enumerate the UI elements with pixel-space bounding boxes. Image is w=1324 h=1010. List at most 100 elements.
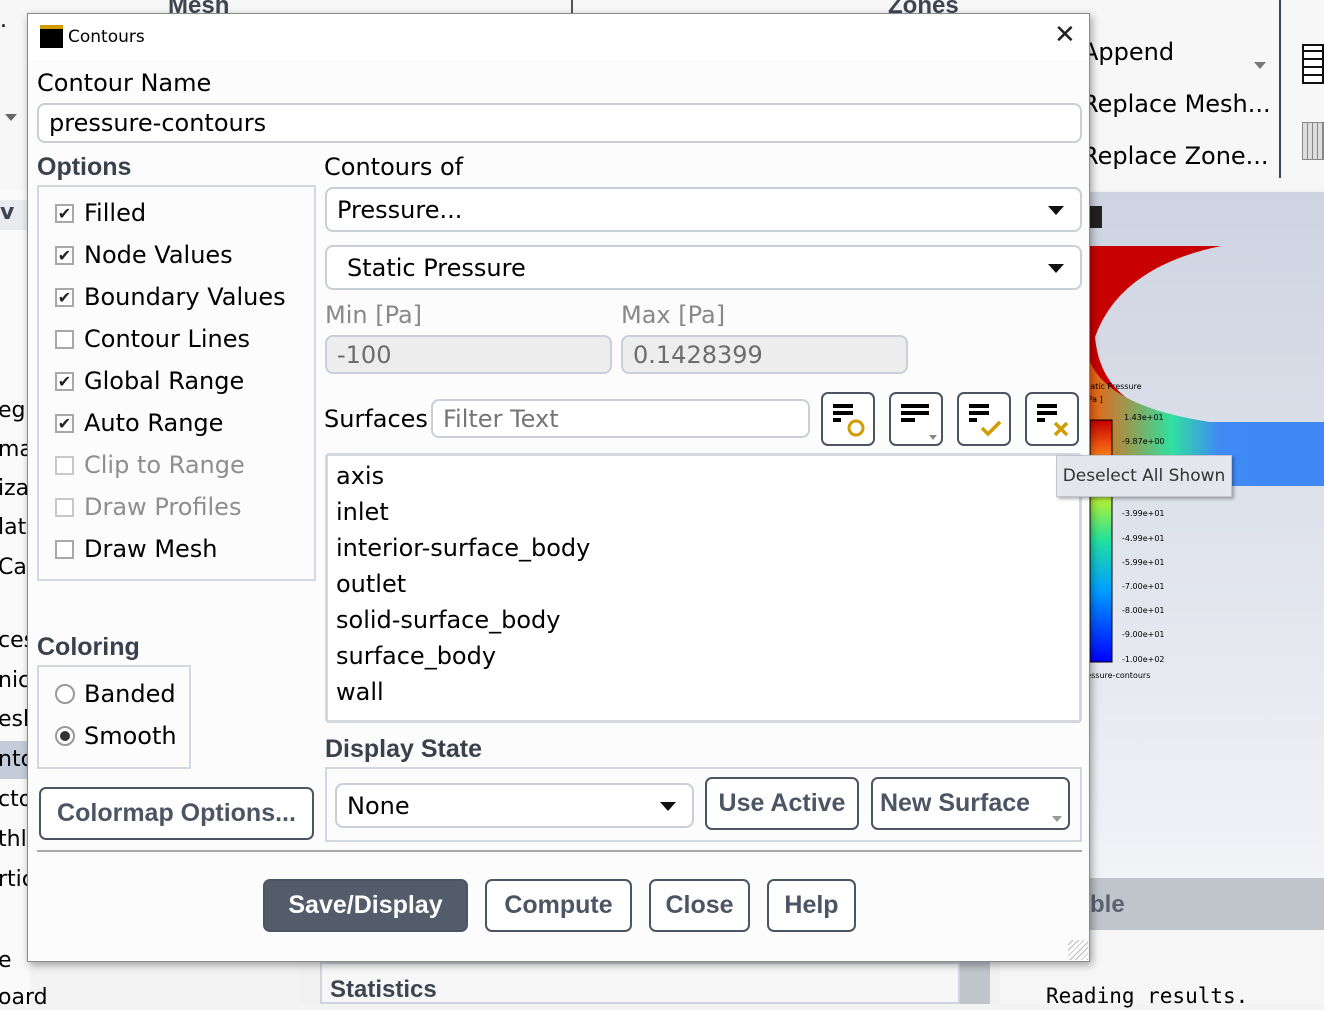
use-active-button[interactable]: Use Active: [705, 777, 859, 830]
tree-item[interactable]: lat: [0, 515, 26, 540]
mesh-zone-icon[interactable]: [1302, 122, 1324, 160]
tooltip: Deselect All Shown: [1056, 455, 1232, 497]
surface-list-item[interactable]: surface_body: [336, 642, 496, 670]
help-button[interactable]: Help: [767, 879, 856, 932]
replace-mesh-menu-item[interactable]: Replace Mesh...: [1082, 90, 1271, 118]
radio-button[interactable]: [55, 726, 75, 746]
radio-label: Smooth: [84, 722, 177, 750]
contours-of-category-value: Pressure...: [337, 195, 463, 224]
legend-tick: -9.87e+00: [1122, 437, 1165, 446]
option-auto-range[interactable]: ✔ Auto Range: [55, 409, 223, 437]
option-contour-lines[interactable]: Contour Lines: [55, 325, 250, 353]
colormap-options-button[interactable]: Colormap Options...: [39, 787, 314, 840]
display-state-dropdown[interactable]: None: [335, 783, 694, 828]
surface-list-item[interactable]: wall: [336, 678, 384, 706]
ribbon-divider: [1279, 0, 1281, 178]
console-text: Reading results.: [1046, 984, 1249, 1008]
radio-button[interactable]: [55, 684, 75, 704]
contour-name-input[interactable]: pressure-contours: [37, 103, 1082, 143]
option-filled[interactable]: ✔ Filled: [55, 199, 146, 227]
checkbox[interactable]: ✔: [55, 287, 74, 307]
option-label: Auto Range: [84, 409, 224, 437]
legend-tick: -1.00e+02: [1122, 655, 1165, 664]
tree-item[interactable]: iza: [0, 476, 29, 501]
surface-list-item[interactable]: interior-surface_body: [336, 534, 590, 562]
compute-button[interactable]: Compute: [485, 879, 632, 932]
radio-smooth[interactable]: Smooth: [55, 722, 177, 750]
checkbox[interactable]: ✔: [55, 245, 74, 265]
append-dropdown-icon[interactable]: [1254, 62, 1266, 69]
tree-item[interactable]: oard: [0, 985, 48, 1010]
tree-header: v: [0, 200, 30, 230]
replace-zone-menu-item[interactable]: Replace Zone...: [1082, 142, 1269, 170]
checkbox[interactable]: [55, 497, 74, 517]
contours-of-label: Contours of: [324, 153, 464, 181]
option-boundary-values[interactable]: ✔ Boundary Values: [55, 283, 286, 311]
close-icon[interactable]: ✕: [1054, 22, 1076, 48]
select-all-shown-button[interactable]: [957, 392, 1011, 446]
surfaces-filter-input[interactable]: [431, 399, 810, 438]
contour-plot: Static Pressure [ Pa ] 1.43e+01 -9.87e+0…: [1078, 206, 1324, 680]
select-shown-button[interactable]: [821, 392, 875, 446]
statistics-scrollbar: [960, 962, 990, 1004]
legend-caption: pressure-contours: [1090, 671, 1150, 680]
console-title: ble: [1090, 891, 1125, 918]
checkbox[interactable]: ✔: [55, 413, 74, 433]
option-draw-profiles[interactable]: Draw Profiles: [55, 493, 241, 521]
legend-tick: -4.99e+01: [1122, 534, 1165, 543]
dialog-title-bar[interactable]: [28, 14, 1089, 60]
surface-list-item[interactable]: solid-surface_body: [336, 606, 560, 634]
max-input[interactable]: 0.1428399: [621, 335, 908, 374]
option-clip-to-range[interactable]: Clip to Range: [55, 451, 245, 479]
dialog-title: Contours: [68, 27, 145, 47]
options-group: ✔ Filled ✔ Node Values ✔ Boundary Values Conto…: [37, 185, 316, 581]
contours-of-variable-value: Static Pressure: [347, 253, 526, 282]
checkbox[interactable]: ✔: [55, 371, 74, 391]
legend-tick: -7.00e+01: [1122, 582, 1165, 591]
legend-tick: -9.00e+01: [1122, 630, 1165, 639]
option-draw-mesh[interactable]: Draw Mesh: [55, 535, 218, 563]
min-label: Min [Pa]: [325, 301, 423, 329]
checkbox[interactable]: [55, 329, 74, 349]
mesh-grid-icon[interactable]: [1302, 44, 1324, 84]
graphics-window[interactable]: Static Pressure [ Pa ] 1.43e+01 -9.87e+0…: [1078, 192, 1324, 878]
option-label: Boundary Values: [84, 283, 286, 311]
sidebar-divider: .: [0, 8, 7, 33]
radio-banded[interactable]: Banded: [55, 680, 176, 708]
checkbox[interactable]: [55, 455, 74, 475]
chevron-down-icon: [1048, 263, 1064, 273]
contours-of-category-dropdown[interactable]: Pressure...: [325, 187, 1082, 232]
chevron-down-icon: [660, 801, 676, 811]
new-surface-label: New Surface: [880, 789, 1031, 817]
deselect-all-shown-button[interactable]: [1025, 392, 1079, 446]
checkbox[interactable]: [55, 539, 74, 559]
option-global-range[interactable]: ✔ Global Range: [55, 367, 244, 395]
surface-list-item[interactable]: inlet: [336, 498, 389, 526]
surfaces-list[interactable]: axis inlet interior-surface_bodyoutlet soli…: [325, 453, 1082, 723]
surface-list-item[interactable]: axis: [336, 462, 384, 490]
contours-of-variable-dropdown[interactable]: Static Pressure: [325, 245, 1082, 290]
close-button[interactable]: Close: [649, 879, 750, 932]
tree-item[interactable]: e: [0, 948, 12, 973]
sidebar-dropdown-icon[interactable]: [5, 114, 17, 121]
option-label: Draw Profiles: [84, 493, 242, 521]
max-label: Max [Pa]: [621, 301, 726, 329]
append-menu-item[interactable]: Append: [1082, 38, 1174, 66]
checkbox[interactable]: ✔: [55, 203, 74, 223]
tree-item[interactable]: eg: [0, 398, 26, 423]
surfaces-label: Surfaces: [324, 405, 428, 433]
resize-grip-icon[interactable]: [1068, 940, 1088, 960]
min-input[interactable]: -100: [325, 335, 612, 374]
save-display-button[interactable]: Save/Display: [263, 879, 468, 932]
fluent-app-icon: [40, 25, 63, 48]
option-node-values[interactable]: ✔ Node Values: [55, 241, 233, 269]
display-state-header: Display State: [325, 735, 483, 763]
legend-title: Static Pressure: [1090, 382, 1142, 391]
dropdown-arrow-icon: [1052, 816, 1062, 822]
surface-list-item[interactable]: outlet: [336, 570, 406, 598]
graphics-logo: [1090, 206, 1102, 228]
legend-tick: -3.99e+01: [1122, 509, 1165, 518]
footer-divider: [37, 850, 1082, 852]
sort-list-button[interactable]: [889, 392, 943, 446]
new-surface-button[interactable]: New Surface: [871, 777, 1070, 830]
